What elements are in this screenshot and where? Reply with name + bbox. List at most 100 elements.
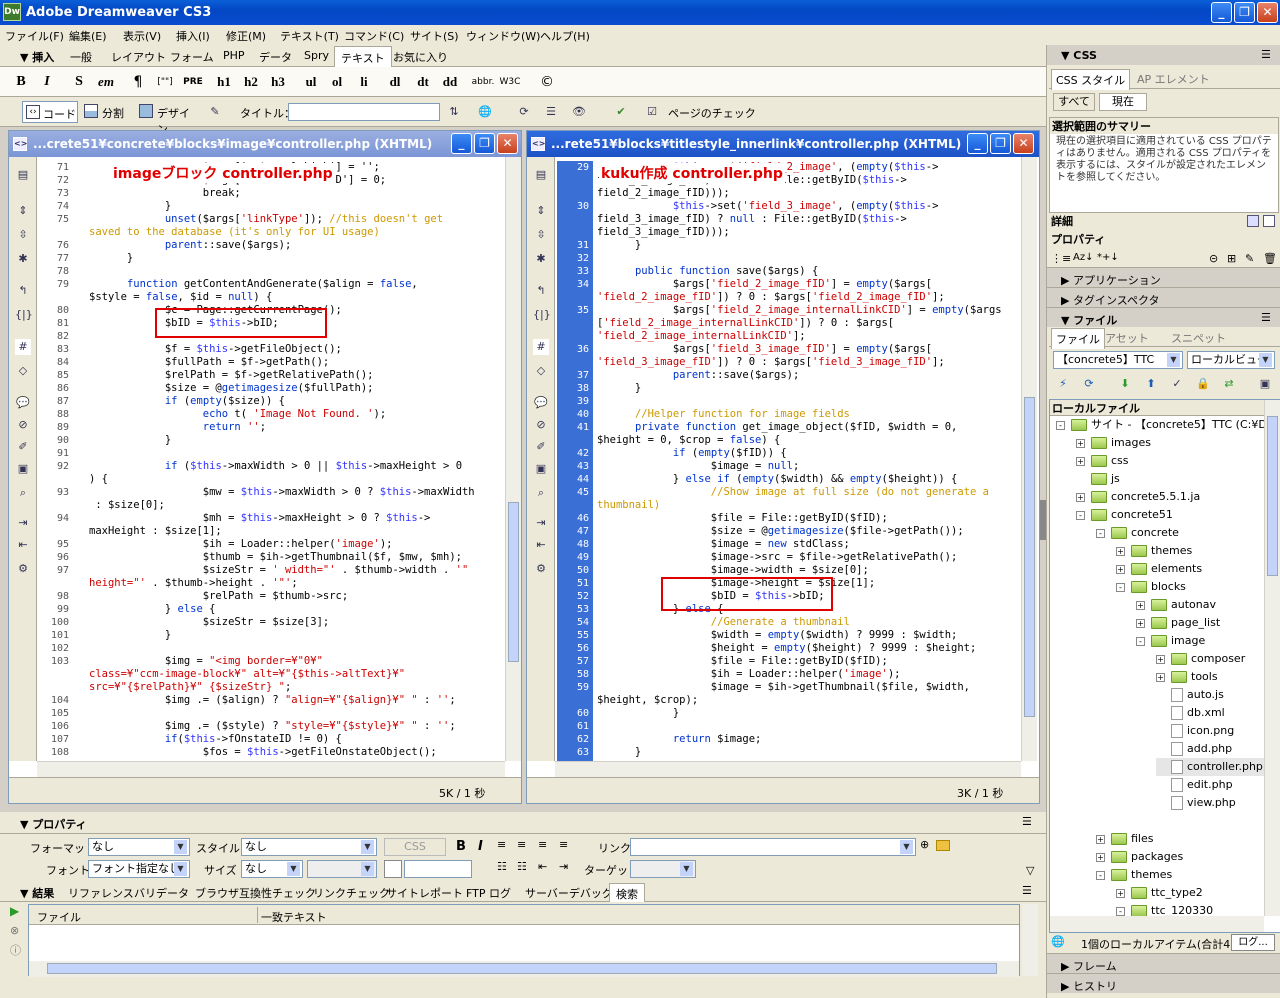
target-select[interactable] bbox=[630, 860, 696, 878]
left-doc-close-button[interactable]: ✕ bbox=[497, 133, 518, 154]
site-select[interactable]: 【concrete5】TTC bbox=[1053, 351, 1183, 369]
expand-toggle-icon[interactable]: + bbox=[1156, 672, 1165, 682]
alpha-view-icon[interactable]: Az↓ bbox=[1073, 252, 1093, 263]
css-button[interactable]: CSS bbox=[384, 838, 446, 856]
blockquote-button[interactable]: [""] bbox=[152, 72, 178, 92]
left-code-editor[interactable]: $args['external_Link'] = ''; $args['inte… bbox=[89, 161, 507, 761]
file-tree-file[interactable]: edit.php bbox=[1156, 776, 1233, 794]
insert-tab-php[interactable]: PHP bbox=[223, 49, 245, 62]
align-right-icon[interactable]: ≡ bbox=[538, 838, 547, 851]
file-tree-folder[interactable]: - concrete bbox=[1096, 524, 1179, 542]
file-tree-folder[interactable]: js bbox=[1076, 470, 1120, 488]
files-panel-options-icon[interactable]: ☰ bbox=[1261, 311, 1271, 324]
menu-file[interactable]: ファイル(F) bbox=[5, 28, 64, 44]
expand-toggle-icon[interactable]: + bbox=[1116, 546, 1125, 556]
results-tab-reference[interactable]: リファレンス bbox=[68, 885, 134, 901]
get-files-icon[interactable]: ⬇ bbox=[1117, 376, 1133, 392]
align-center-icon[interactable]: ≡ bbox=[517, 838, 526, 851]
expand-toggle-icon[interactable]: + bbox=[1116, 888, 1125, 898]
file-tree-folder[interactable]: + ttc_type2 bbox=[1116, 884, 1203, 902]
file-tree-folder[interactable]: - concrete51 bbox=[1076, 506, 1173, 524]
results-list[interactable]: ファイル 一致テキスト bbox=[28, 904, 1020, 977]
align-left-icon[interactable]: ≡ bbox=[497, 838, 506, 851]
expand-toggle-icon[interactable]: + bbox=[1076, 456, 1085, 466]
ordered-list-icon[interactable]: ☷ bbox=[517, 860, 527, 873]
file-tree-file[interactable]: db.xml bbox=[1156, 704, 1225, 722]
tab-ap-elements[interactable]: AP エレメント bbox=[1137, 71, 1210, 87]
right-vertical-scrollbar[interactable] bbox=[1021, 157, 1037, 761]
recent-snippets-icon[interactable]: ▣ bbox=[533, 461, 549, 477]
strong-button[interactable]: S bbox=[70, 72, 88, 92]
text-color-input[interactable] bbox=[404, 860, 472, 878]
expand-toggle-icon[interactable]: - bbox=[1056, 420, 1065, 430]
prop-bold-button[interactable]: B bbox=[456, 839, 466, 854]
left-horizontal-scrollbar[interactable] bbox=[37, 761, 505, 777]
right-doc-close-button[interactable]: ✕ bbox=[1013, 133, 1034, 154]
check-page-button[interactable]: ページのチェック bbox=[668, 105, 756, 121]
expand-toggle-icon[interactable]: + bbox=[1076, 438, 1085, 448]
properties-header[interactable]: ▼ プロパティ ☰ bbox=[0, 812, 1046, 834]
synchronize-icon[interactable]: ⇄ bbox=[1221, 376, 1237, 392]
minimize-button[interactable]: _ bbox=[1211, 2, 1232, 23]
results-scroll-thumb[interactable] bbox=[47, 963, 997, 974]
li-button[interactable]: li bbox=[356, 72, 372, 92]
file-tree-file[interactable]: icon.png bbox=[1156, 722, 1234, 740]
attach-style-icon[interactable]: ⊝ bbox=[1209, 252, 1218, 265]
validate-markup-icon[interactable]: ✔ bbox=[613, 104, 629, 120]
h3-button[interactable]: h3 bbox=[268, 72, 288, 92]
line-numbers-icon[interactable]: # bbox=[15, 339, 31, 355]
insert-tab-form[interactable]: フォーム bbox=[170, 49, 214, 65]
file-tree-folder[interactable]: + images bbox=[1076, 434, 1151, 452]
results-tab-site-report[interactable]: サイトレポート bbox=[386, 885, 463, 901]
maximize-button[interactable]: ❐ bbox=[1234, 2, 1255, 23]
abbr-button[interactable]: abbr. bbox=[471, 72, 495, 92]
page-title-input[interactable] bbox=[288, 103, 440, 121]
collapse-selection-icon[interactable]: ⇳ bbox=[15, 227, 31, 243]
file-tree-folder[interactable]: - blocks bbox=[1116, 578, 1186, 596]
expand-toggle-icon[interactable]: + bbox=[1156, 654, 1165, 664]
category-view-icon[interactable]: ⋮≡ bbox=[1051, 252, 1071, 265]
expand-toggle-icon[interactable]: - bbox=[1116, 906, 1125, 916]
em-button[interactable]: em bbox=[94, 72, 118, 92]
right-horizontal-scrollbar[interactable] bbox=[555, 761, 1021, 777]
left-scroll-thumb[interactable] bbox=[508, 502, 519, 662]
right-scroll-thumb[interactable] bbox=[1024, 397, 1035, 717]
menu-command[interactable]: コマンド(C) bbox=[344, 28, 404, 44]
results-tab-server-debug[interactable]: サーバーデバッグ bbox=[525, 885, 613, 901]
file-management-icon[interactable]: ⇅ bbox=[446, 104, 462, 120]
wrap-tag-icon[interactable]: ✐ bbox=[533, 439, 549, 455]
tab-css-styles[interactable]: CSS スタイル bbox=[1051, 69, 1131, 90]
collapse-tag-icon[interactable]: ⇕ bbox=[15, 203, 31, 219]
remove-comment-icon[interactable]: ⊘ bbox=[15, 417, 31, 433]
file-tree-folder[interactable]: + packages bbox=[1096, 848, 1183, 866]
menu-insert[interactable]: 挿入(I) bbox=[176, 28, 210, 44]
style-select[interactable]: なし bbox=[241, 838, 377, 856]
expand-toggle-icon[interactable]: - bbox=[1116, 582, 1125, 592]
view-select[interactable]: ローカルビュー bbox=[1187, 351, 1275, 369]
right-doc-minimize-button[interactable]: _ bbox=[967, 133, 988, 154]
stop-icon[interactable]: ⊗ bbox=[10, 924, 19, 937]
tag-inspector-header[interactable]: ▶ タグインスペクタ bbox=[1047, 287, 1280, 307]
line-numbers-icon[interactable]: # bbox=[533, 339, 549, 355]
menu-view[interactable]: 表示(V) bbox=[123, 28, 161, 44]
file-tree-folder[interactable]: + composer bbox=[1156, 650, 1245, 668]
bold-button[interactable]: B bbox=[12, 72, 30, 92]
format-source-icon[interactable]: ⚙ bbox=[15, 561, 31, 577]
results-title[interactable]: ▼ 結果 bbox=[20, 885, 54, 901]
file-tree-folder[interactable]: + elements bbox=[1116, 560, 1202, 578]
files-panel-header[interactable]: ▼ ファイル ☰ bbox=[1047, 307, 1280, 327]
panel-splitter[interactable] bbox=[1040, 500, 1046, 540]
insert-tab-text[interactable]: テキスト bbox=[334, 46, 392, 69]
file-tree-file[interactable]: view.php bbox=[1156, 794, 1236, 812]
css-panel-header[interactable]: ▼ CSS ☰ bbox=[1047, 45, 1280, 65]
check-page-icon[interactable]: ☑ bbox=[644, 104, 660, 120]
browse-folder-icon[interactable] bbox=[936, 840, 950, 851]
point-to-file-icon[interactable]: ⊕ bbox=[920, 838, 929, 851]
balance-braces-icon[interactable]: {|} bbox=[15, 307, 33, 323]
format-select[interactable]: なし bbox=[88, 838, 190, 856]
file-tree-file[interactable]: auto.js bbox=[1156, 686, 1224, 704]
file-tree-scroll-thumb[interactable] bbox=[1267, 416, 1278, 576]
file-tree-horizontal-scrollbar[interactable] bbox=[1050, 916, 1264, 932]
font-select[interactable]: フォント指定なし bbox=[88, 860, 190, 878]
check-out-icon[interactable]: ✓ bbox=[1169, 376, 1185, 392]
